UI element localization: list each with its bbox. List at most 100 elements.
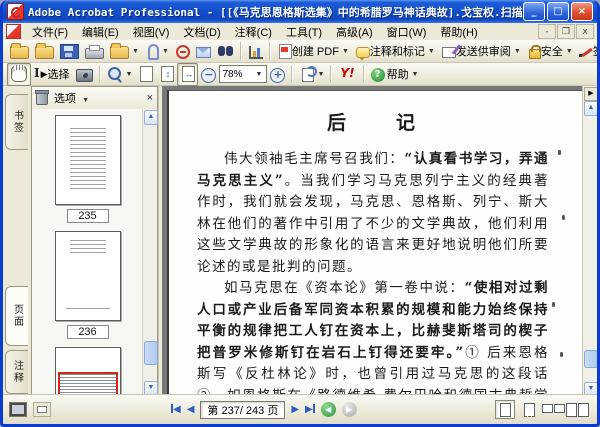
page-number-field[interactable]: 第 237/ 243 页 <box>200 400 286 419</box>
window-close-button[interactable]: × <box>571 2 593 21</box>
actual-size-button[interactable] <box>135 63 156 86</box>
facing-layout-button[interactable] <box>565 400 589 419</box>
page-view-icon[interactable] <box>33 402 51 417</box>
stamp-button[interactable] <box>172 40 193 63</box>
select-arrow-icon: ▶ <box>40 68 48 79</box>
dropdown-arrow-icon: ▼ <box>82 97 89 104</box>
previous-view-button[interactable]: ◀ <box>320 402 336 417</box>
menu-advanced[interactable]: 高级(A) <box>329 23 380 41</box>
scroll-up-arrow[interactable]: ▲ <box>584 101 597 116</box>
single-page-layout-button[interactable] <box>495 400 515 419</box>
window-minimize-button[interactable]: _ <box>523 2 545 21</box>
zoom-in-button[interactable]: + <box>267 63 288 86</box>
panel-options-button[interactable]: 选项 ▼ <box>54 90 89 106</box>
zoom-in-tool-button[interactable]: ▼ <box>104 63 136 86</box>
scroll-thumb[interactable] <box>144 341 158 365</box>
first-page-button[interactable]: ◀ <box>171 404 181 415</box>
tab-bookmarks[interactable]: 书签 <box>5 94 28 150</box>
send-review-button[interactable]: 发送供审阅 ▼ <box>438 40 524 63</box>
tab-pages[interactable]: 页面 <box>5 286 28 346</box>
scroll-up-arrow[interactable]: ▲ <box>144 110 158 125</box>
panel-scrollbar[interactable]: ▲ ▼ <box>142 109 158 397</box>
send-review-label: 发送供审阅 <box>455 46 511 58</box>
continuous-layout-button[interactable] <box>519 400 539 419</box>
sign-button[interactable]: 签名▼ <box>576 40 597 63</box>
menu-view[interactable]: 视图(V) <box>126 23 177 41</box>
document-page[interactable]: 后 记 伟大领袖毛主席号召我们：“认真看书学习，弄通马克思主义”。当我们学习马克… <box>167 90 583 398</box>
panel-close-button[interactable]: × <box>147 92 153 104</box>
menu-comments[interactable]: 注释(C) <box>228 23 279 41</box>
scroll-thumb[interactable] <box>584 350 597 368</box>
dropdown-arrow-icon: ▼ <box>411 70 419 78</box>
print-icon <box>85 44 104 59</box>
fit-page-button[interactable]: ↕ <box>156 63 177 86</box>
menu-edit[interactable]: 编辑(E) <box>75 23 126 41</box>
toolbar-separator <box>330 65 333 83</box>
dropdown-arrow-icon: ▼ <box>125 70 133 78</box>
fullscreen-view-icon[interactable] <box>9 402 27 417</box>
next-view-button[interactable]: ▶ <box>341 402 357 417</box>
menu-file[interactable]: 文件(F) <box>25 23 75 41</box>
dropdown-arrow-icon: ▼ <box>565 47 573 55</box>
file-toolbar: ▼ ▼ 创建 PDF▼ 注释和标记▼ 发送供审阅▼ 安全▼ 签名▼ ▼ <box>3 40 597 63</box>
chart-tool-button[interactable] <box>245 40 266 63</box>
previous-page-button[interactable]: ◀ <box>187 404 195 415</box>
hand-tool-button[interactable] <box>7 62 31 86</box>
dropdown-arrow-icon: ▼ <box>317 70 325 78</box>
pages-panel: 选项 ▼ × 235 236 237 <box>31 86 158 398</box>
comment-markup-button[interactable]: 注释和标记 ▼ <box>352 40 438 63</box>
dropdown-arrow-icon: ▼ <box>255 70 263 78</box>
binoculars-search-icon <box>217 43 234 59</box>
thumbnail-page-236[interactable] <box>54 231 121 321</box>
next-page-button[interactable]: ▶ <box>291 404 299 415</box>
doc-close-button[interactable]: x <box>576 24 594 39</box>
navigation-tab-strip: 书签 页面 注释 附件 <box>3 86 31 398</box>
attach-button[interactable]: ▼ <box>142 40 172 63</box>
doc-restore-button[interactable]: ❐ <box>557 24 575 39</box>
thumbnail-page-237[interactable] <box>54 347 121 397</box>
page-indicator-text: 第 237/ 243 页 <box>207 404 279 417</box>
create-pdf-button[interactable]: 创建 PDF ▼ <box>274 40 352 63</box>
menu-window[interactable]: 窗口(W) <box>380 23 434 41</box>
paragraph-2: 如马克思在《资本论》第一卷中说：“使相对过剩人口或产业后备军同资本积累的规模和能… <box>197 280 550 398</box>
menu-tools[interactable]: 工具(T) <box>279 23 329 41</box>
thumbnail-page-235[interactable] <box>54 115 121 205</box>
document-pane: 后 记 伟大领袖毛主席号召我们：“认真看书学习，弄通马克思主义”。当我们学习马克… <box>162 86 583 398</box>
stamp-icon <box>175 44 190 59</box>
email-button[interactable] <box>193 40 214 63</box>
last-page-button[interactable]: ▶ <box>305 404 315 415</box>
help-button[interactable]: ? 帮助 ▼ <box>368 63 422 86</box>
select-label: 选择 <box>47 69 70 81</box>
fit-width-button[interactable]: ↔ <box>177 62 199 86</box>
rotate-pages-button[interactable]: ▼ <box>296 63 327 86</box>
continuous-facing-layout-button[interactable] <box>541 400 565 419</box>
doc-minimize-button[interactable]: - <box>538 24 556 39</box>
thumbnail-label-235[interactable]: 235 <box>66 209 109 223</box>
scrollbar-menu-arrow[interactable]: ▶ <box>584 87 597 101</box>
organizer-button[interactable] <box>32 40 57 63</box>
document-scrollbar[interactable]: ▶ ▲ ▼ <box>582 86 597 398</box>
email-icon <box>195 47 211 58</box>
zoom-level-field[interactable]: ▼ <box>219 65 268 83</box>
organizer-menu-button[interactable]: ▼ <box>107 40 142 63</box>
hand-tool-icon <box>11 65 27 82</box>
menu-document[interactable]: 文档(D) <box>176 23 227 41</box>
search-button[interactable] <box>214 40 237 63</box>
save-button[interactable] <box>57 40 82 63</box>
secure-button[interactable]: 安全 ▼ <box>524 40 576 63</box>
print-button[interactable] <box>82 40 107 63</box>
tab-comments[interactable]: 注释 <box>5 350 28 394</box>
thumbnail-label-236[interactable]: 236 <box>66 325 109 339</box>
title-bar[interactable]: Adobe Acrobat Professional - [[《马克思恩格斯选集… <box>3 0 597 23</box>
yahoo-search-button[interactable]: Y! <box>335 63 359 86</box>
zoom-out-button[interactable]: − <box>198 63 219 86</box>
open-button[interactable] <box>7 40 32 63</box>
zoom-level-input[interactable] <box>222 68 253 80</box>
snapshot-tool-button[interactable] <box>73 63 96 86</box>
menu-help[interactable]: 帮助(H) <box>433 23 484 41</box>
select-tool-button[interactable]: I ▶ 选择 <box>31 63 73 86</box>
scan-speck <box>560 352 563 357</box>
delete-page-trash-icon[interactable] <box>35 89 49 105</box>
window-maximize-button[interactable]: □ <box>547 2 569 21</box>
create-pdf-label: 创建 PDF <box>291 46 339 58</box>
